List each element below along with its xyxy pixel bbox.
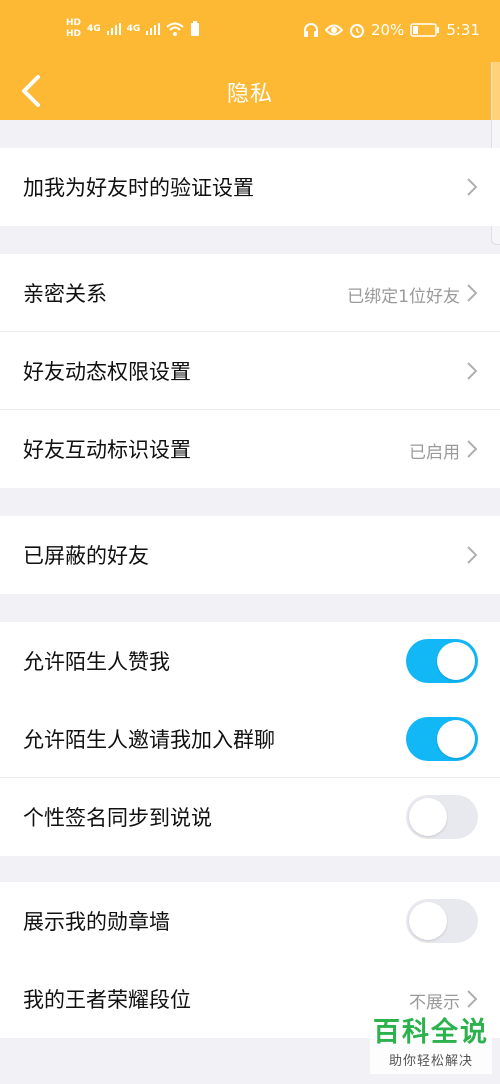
chevron-right-icon [467, 546, 478, 564]
chevron-right-icon [467, 990, 478, 1008]
row-value: 不展示 [409, 993, 460, 1013]
battery-percent: 20% [370, 21, 405, 39]
allow-group-invite-toggle[interactable] [406, 717, 478, 761]
signature-sync-toggle[interactable] [406, 795, 478, 839]
status-right: 20% 5:31 [303, 18, 480, 42]
section-verification: 加我为好友时的验证设置 [0, 148, 500, 226]
status-left: HD HD 4G 4G [66, 14, 200, 44]
row-label: 允许陌生人赞我 [23, 650, 170, 674]
toggle-knob [409, 798, 447, 836]
row-allow-group-invites: 允许陌生人邀请我加入群聊 [0, 700, 500, 778]
row-feed-permission[interactable]: 好友动态权限设置 [0, 332, 500, 410]
page-title: 隐私 [226, 82, 273, 107]
toggle-knob [409, 902, 447, 940]
sim2-network-text: 4G [126, 24, 141, 34]
row-verification-settings[interactable]: 加我为好友时的验证设置 [0, 148, 500, 226]
row-medal-wall: 展示我的勋章墙 [0, 882, 500, 960]
section-blocked: 已屏蔽的好友 [0, 516, 500, 594]
chevron-right-icon [467, 362, 478, 380]
hd-indicator: HD HD [66, 18, 81, 40]
hd-bottom-text: HD [66, 29, 82, 39]
row-value: 已绑定1位好友 [347, 287, 460, 307]
watermark-title: 百科全说 [373, 1017, 489, 1048]
row-intimate-relationship[interactable]: 亲密关系 已绑定1位好友 [0, 254, 500, 332]
eye-icon [324, 24, 343, 36]
row-label: 好友动态权限设置 [23, 360, 191, 384]
headphones-icon [303, 23, 318, 37]
row-label: 我的王者荣耀段位 [23, 988, 191, 1012]
nav-bar: 隐私 [0, 62, 500, 120]
row-label: 亲密关系 [23, 282, 107, 306]
battery-icon [410, 23, 440, 37]
watermark-subtitle: 助你轻松解决 [388, 1054, 473, 1069]
toggle-knob [437, 720, 475, 758]
section-strangers: 允许陌生人赞我 允许陌生人邀请我加入群聊 个性签名同步到说说 [0, 622, 500, 856]
row-label: 个性签名同步到说说 [23, 806, 212, 830]
row-label: 展示我的勋章墙 [23, 910, 170, 934]
clock-time: 5:31 [446, 21, 480, 39]
row-label: 好友互动标识设置 [23, 438, 191, 462]
sim1-network-text: 4G [87, 24, 101, 34]
alarm-icon [349, 24, 364, 38]
medal-wall-toggle[interactable] [406, 899, 478, 943]
chevron-right-icon [467, 284, 478, 302]
signal-icon [146, 23, 161, 35]
row-blocked-friends[interactable]: 已屏蔽的好友 [0, 516, 500, 594]
row-label: 已屏蔽的好友 [23, 544, 149, 568]
row-label: 加我为好友时的验证设置 [23, 176, 254, 200]
row-interaction-badge[interactable]: 好友互动标识设置 已启用 [0, 410, 500, 488]
signal-icon [106, 23, 121, 35]
row-label: 允许陌生人邀请我加入群聊 [23, 728, 275, 752]
chevron-right-icon [467, 178, 478, 196]
status-bar: HD HD 4G 4G 20% 5:31 [0, 0, 500, 62]
section-friends: 亲密关系 已绑定1位好友 好友动态权限设置 好友互动标识设置 已启用 [0, 254, 500, 488]
battery-saver-icon [191, 21, 200, 36]
watermark: 百科全说 助你轻松解决 [370, 1016, 492, 1074]
chevron-right-icon [467, 440, 478, 458]
section-display: 展示我的勋章墙 我的王者荣耀段位 不展示 [0, 882, 500, 1038]
row-value: 已启用 [409, 443, 460, 463]
hd-top-text: HD [66, 18, 82, 28]
wifi-icon [166, 22, 184, 36]
toggle-knob [437, 642, 475, 680]
row-allow-stranger-likes: 允许陌生人赞我 [0, 622, 500, 700]
allow-likes-toggle[interactable] [406, 639, 478, 683]
row-signature-sync: 个性签名同步到说说 [0, 778, 500, 856]
